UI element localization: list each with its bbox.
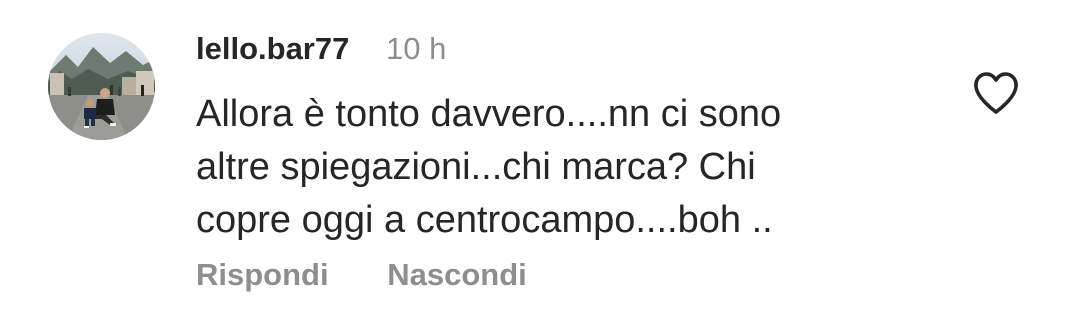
comment-actions: Rispondi Nascondi — [196, 256, 527, 294]
reply-button[interactable]: Rispondi — [196, 256, 329, 294]
comment-text: Allora è tonto davvero....nn ci sono alt… — [196, 88, 916, 247]
heart-icon[interactable] — [972, 70, 1020, 116]
comment-item: lello.bar77 10 h Allora è tonto davvero.… — [0, 0, 1080, 315]
avatar[interactable] — [48, 33, 155, 140]
hide-button[interactable]: Nascondi — [387, 256, 527, 294]
comment-text-line: Allora è tonto davvero....nn ci sono — [196, 93, 782, 135]
comment-text-line: altre spiegazioni...chi marca? Chi — [196, 146, 756, 188]
comment-timestamp: 10 h — [386, 31, 447, 66]
comment-text-line: copre oggi a centrocampo....boh .. — [196, 199, 773, 241]
username[interactable]: lello.bar77 — [196, 30, 349, 68]
